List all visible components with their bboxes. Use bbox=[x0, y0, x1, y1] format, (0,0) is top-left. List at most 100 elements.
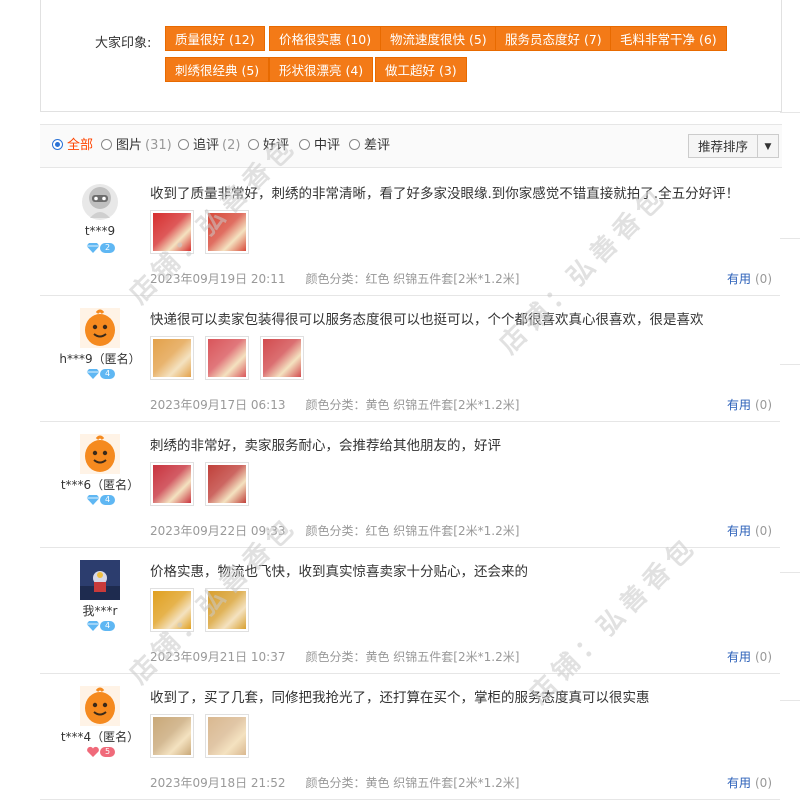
impression-tag[interactable]: 形状很漂亮 (4) bbox=[269, 57, 374, 82]
radio-button[interactable] bbox=[248, 139, 259, 150]
review-photo[interactable] bbox=[205, 588, 249, 632]
review-filter-bar: 全部 图片 (31) 追评 (2) 好评 中评 差评 推荐排序 ▼ bbox=[40, 124, 782, 168]
diamond-icon bbox=[86, 369, 100, 379]
avatar[interactable] bbox=[80, 434, 120, 474]
impression-tag[interactable]: 毛料非常干净 (6) bbox=[610, 26, 727, 51]
filter-negative[interactable]: 差评 bbox=[349, 137, 393, 155]
impressions-panel: 大家印象: 质量很好 (12) 价格很实惠 (10) 物流速度很快 (5) 服务… bbox=[40, 0, 782, 112]
review-content: 快递很可以卖家包装得很可以服务态度很可以也挺可以，个个都很喜欢真心很喜欢，很是喜… bbox=[150, 312, 704, 328]
product-variant: 颜色分类：黄色 织锦五件套[2米*1.2米] bbox=[305, 398, 520, 412]
level-number: 4 bbox=[100, 369, 115, 379]
useful-button[interactable]: 有用 (0) bbox=[727, 648, 772, 665]
filter-label: 图片 bbox=[116, 138, 143, 153]
review-meta: 2023年09月18日 21:52 颜色分类：黄色 织锦五件套[2米*1.2米] bbox=[150, 774, 519, 791]
review-photo[interactable] bbox=[205, 462, 249, 506]
useful-count: (0) bbox=[755, 524, 772, 538]
useful-count: (0) bbox=[755, 272, 772, 286]
review-photo[interactable] bbox=[205, 336, 249, 380]
filter-pictures[interactable]: 图片 (31) bbox=[101, 137, 172, 155]
useful-label: 有用 bbox=[726, 272, 751, 286]
useful-button[interactable]: 有用 (0) bbox=[727, 270, 772, 287]
review-photo[interactable] bbox=[150, 588, 194, 632]
review-photo[interactable] bbox=[260, 336, 304, 380]
filter-label: 全部 bbox=[67, 138, 94, 153]
avatar[interactable] bbox=[80, 686, 120, 726]
user-name: h***9（匿名） bbox=[59, 352, 141, 366]
filter-all[interactable]: 全部 bbox=[52, 137, 96, 155]
review-date: 2023年09月17日 06:13 bbox=[150, 398, 286, 412]
useful-button[interactable]: 有用 (0) bbox=[727, 774, 772, 791]
user-level: 4 bbox=[86, 494, 115, 506]
radio-button[interactable] bbox=[349, 139, 360, 150]
sort-select[interactable]: 推荐排序 bbox=[688, 134, 758, 158]
review-photo[interactable] bbox=[150, 336, 194, 380]
side-divider bbox=[780, 700, 800, 701]
avatar[interactable] bbox=[80, 182, 120, 222]
review-date: 2023年09月18日 21:52 bbox=[150, 776, 286, 790]
avatar[interactable] bbox=[80, 308, 120, 348]
impressions-label: 大家印象: bbox=[95, 36, 152, 51]
useful-label: 有用 bbox=[726, 650, 751, 664]
avatar[interactable] bbox=[80, 560, 120, 600]
review-date: 2023年09月19日 20:11 bbox=[150, 272, 286, 286]
side-divider bbox=[780, 364, 800, 365]
review-item: t***4（匿名） 5 收到了，买了几套，同修把我抢光了，还打算在买个，掌柜的服务态… bbox=[40, 674, 780, 800]
review-photo[interactable] bbox=[205, 714, 249, 758]
side-divider bbox=[780, 572, 800, 573]
impression-tag[interactable]: 做工超好 (3) bbox=[375, 57, 467, 82]
impression-tag[interactable]: 刺绣很经典 (5) bbox=[165, 57, 270, 82]
useful-button[interactable]: 有用 (0) bbox=[727, 396, 772, 413]
review-meta: 2023年09月21日 10:37 颜色分类：黄色 织锦五件套[2米*1.2米] bbox=[150, 648, 519, 665]
level-number: 5 bbox=[100, 747, 115, 757]
filter-neutral[interactable]: 中评 bbox=[299, 137, 343, 155]
review-content: 收到了质量非常好，刺绣的非常清晰，看了好多家没眼缘.到你家感觉不错直接就拍了.全… bbox=[150, 186, 740, 202]
review-meta: 2023年09月19日 20:11 颜色分类：红色 织锦五件套[2米*1.2米] bbox=[150, 270, 519, 287]
review-item: t***9 2 收到了质量非常好，刺绣的非常清晰，看了好多家没眼缘.到你家感觉不错直… bbox=[40, 170, 780, 296]
filter-count: (31) bbox=[145, 138, 172, 153]
user-level: 4 bbox=[86, 368, 115, 380]
review-meta: 2023年09月22日 09:33 颜色分类：红色 织锦五件套[2米*1.2米] bbox=[150, 522, 519, 539]
impression-tag[interactable]: 物流速度很快 (5) bbox=[380, 26, 497, 51]
review-item: 我***r 4 价格实惠，物流也飞快，收到真实惊喜卖家十分贴心，还会来的 2023年0… bbox=[40, 548, 780, 674]
diamond-icon bbox=[86, 621, 100, 631]
review-photo[interactable] bbox=[150, 462, 194, 506]
review-photo[interactable] bbox=[205, 210, 249, 254]
product-variant: 颜色分类：红色 织锦五件套[2米*1.2米] bbox=[305, 524, 520, 538]
diamond-icon bbox=[86, 243, 100, 253]
filter-positive[interactable]: 好评 bbox=[248, 137, 292, 155]
radio-button[interactable] bbox=[299, 139, 310, 150]
side-divider bbox=[780, 238, 800, 239]
radio-button[interactable] bbox=[178, 139, 189, 150]
review-date: 2023年09月21日 10:37 bbox=[150, 650, 286, 664]
review-meta: 2023年09月17日 06:13 颜色分类：黄色 织锦五件套[2米*1.2米] bbox=[150, 396, 519, 413]
impression-tag[interactable]: 服务员态度好 (7) bbox=[495, 26, 612, 51]
filter-label: 差评 bbox=[364, 138, 391, 153]
diamond-icon bbox=[86, 495, 100, 505]
review-photo[interactable] bbox=[150, 714, 194, 758]
filter-label: 中评 bbox=[314, 138, 341, 153]
useful-label: 有用 bbox=[726, 776, 751, 790]
filter-followup[interactable]: 追评 (2) bbox=[178, 137, 240, 155]
side-divider bbox=[780, 112, 800, 113]
useful-count: (0) bbox=[755, 650, 772, 664]
review-content: 价格实惠，物流也飞快，收到真实惊喜卖家十分贴心，还会来的 bbox=[150, 564, 528, 580]
heart-icon bbox=[87, 746, 99, 757]
review-item: h***9（匿名） 4 快递很可以卖家包装得很可以服务态度很可以也挺可以，个个都很喜… bbox=[40, 296, 780, 422]
level-number: 2 bbox=[100, 243, 115, 253]
product-variant: 颜色分类：黄色 织锦五件套[2米*1.2米] bbox=[305, 776, 520, 790]
radio-button[interactable] bbox=[101, 139, 112, 150]
user-level: 5 bbox=[86, 746, 115, 758]
radio-button[interactable] bbox=[52, 139, 63, 150]
product-variant: 颜色分类：红色 织锦五件套[2米*1.2米] bbox=[305, 272, 520, 286]
user-name: t***4（匿名） bbox=[60, 730, 140, 744]
useful-count: (0) bbox=[755, 776, 772, 790]
chevron-down-icon[interactable]: ▼ bbox=[757, 134, 779, 158]
review-content: 刺绣的非常好，卖家服务耐心，会推荐给其他朋友的，好评 bbox=[150, 438, 501, 454]
impression-tag[interactable]: 价格很实惠 (10) bbox=[269, 26, 382, 51]
useful-button[interactable]: 有用 (0) bbox=[727, 522, 772, 539]
impression-tag[interactable]: 质量很好 (12) bbox=[165, 26, 265, 51]
review-content: 收到了，买了几套，同修把我抢光了，还打算在买个，掌柜的服务态度真可以很实惠 bbox=[150, 690, 650, 706]
user-level: 4 bbox=[86, 620, 115, 632]
review-photo[interactable] bbox=[150, 210, 194, 254]
level-number: 4 bbox=[100, 495, 115, 505]
